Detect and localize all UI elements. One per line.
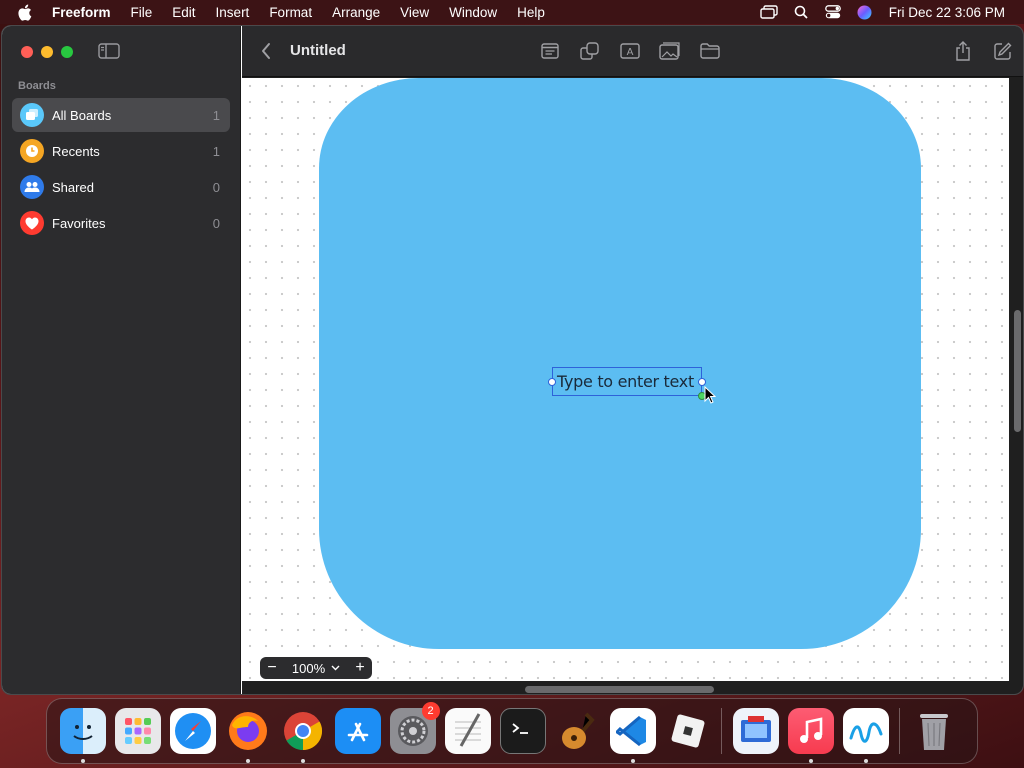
music-icon[interactable] bbox=[787, 708, 834, 763]
control-center-icon[interactable] bbox=[817, 0, 849, 24]
sidebar-item-label: Recents bbox=[52, 143, 100, 159]
menu-app-name[interactable]: Freeform bbox=[52, 5, 111, 20]
firefox-icon[interactable] bbox=[225, 708, 271, 763]
launchpad-icon[interactable] bbox=[114, 708, 161, 754]
sidebar-item-count: 1 bbox=[212, 143, 220, 159]
sidebar-item-count: 0 bbox=[212, 215, 220, 231]
sidebar-item-favorites[interactable]: Favorites 0 bbox=[12, 206, 230, 240]
file-icon[interactable] bbox=[699, 40, 721, 62]
clock-icon bbox=[20, 139, 44, 163]
safari-icon[interactable] bbox=[169, 708, 216, 754]
dock-separator bbox=[899, 708, 900, 754]
sidebar-item-label: Favorites bbox=[52, 215, 106, 231]
sidebar-heading: Boards bbox=[18, 80, 56, 92]
notification-badge: 2 bbox=[421, 702, 440, 720]
apple-icon[interactable] bbox=[17, 4, 35, 21]
menu-format[interactable]: Format bbox=[269, 5, 312, 20]
menu-help[interactable]: Help bbox=[517, 5, 545, 20]
freeform-app-icon[interactable] bbox=[842, 708, 889, 763]
board-area: Untitled A Type to enter text − 100% + bbox=[242, 26, 1023, 694]
system-settings-icon[interactable]: 2 bbox=[389, 702, 440, 754]
vertical-scrollbar[interactable] bbox=[1009, 78, 1023, 681]
horizontal-scrollbar[interactable] bbox=[242, 681, 1023, 694]
menu-edit[interactable]: Edit bbox=[172, 5, 195, 20]
new-board-icon[interactable] bbox=[993, 40, 1013, 62]
text-box[interactable]: Type to enter text bbox=[552, 367, 702, 396]
text-box-placeholder[interactable]: Type to enter text bbox=[557, 372, 694, 391]
sidebar: Boards All Boards 1 Recents 1 Shared 0 F… bbox=[2, 26, 241, 694]
roblox-icon[interactable] bbox=[665, 708, 711, 754]
chrome-icon[interactable] bbox=[280, 708, 326, 763]
remote-desktop-icon[interactable] bbox=[732, 708, 779, 754]
all-boards-icon bbox=[20, 103, 44, 127]
back-chevron-icon[interactable] bbox=[260, 42, 274, 60]
menu-arrange[interactable]: Arrange bbox=[332, 5, 380, 20]
sidebar-list: All Boards 1 Recents 1 Shared 0 Favorite… bbox=[12, 98, 230, 242]
zoom-button[interactable] bbox=[61, 46, 73, 58]
people-icon bbox=[20, 175, 44, 199]
board-title[interactable]: Untitled bbox=[290, 42, 346, 59]
menu-bar: Freeform File Edit Insert Format Arrange… bbox=[0, 0, 1024, 24]
board-toolbar: Untitled A bbox=[242, 26, 1023, 77]
mouse-pointer-icon bbox=[704, 385, 717, 404]
sidebar-item-shared[interactable]: Shared 0 bbox=[12, 170, 230, 204]
finder-icon[interactable] bbox=[59, 708, 106, 763]
heart-icon bbox=[20, 211, 44, 235]
media-icon[interactable] bbox=[659, 40, 681, 62]
rounded-square-shape[interactable] bbox=[319, 78, 921, 649]
sidebar-item-recents[interactable]: Recents 1 bbox=[12, 134, 230, 168]
textedit-icon[interactable] bbox=[444, 708, 491, 754]
siri-icon[interactable] bbox=[849, 0, 881, 24]
zoom-in-button[interactable]: + bbox=[348, 659, 372, 677]
zoom-level-value: 100% bbox=[291, 660, 326, 676]
sidebar-item-all-boards[interactable]: All Boards 1 bbox=[12, 98, 230, 132]
minimize-button[interactable] bbox=[41, 46, 53, 58]
sidebar-item-label: Shared bbox=[52, 179, 94, 195]
vscode-icon[interactable] bbox=[609, 708, 656, 763]
shapes-icon[interactable] bbox=[579, 40, 601, 62]
freeform-window: Boards All Boards 1 Recents 1 Shared 0 F… bbox=[1, 25, 1024, 695]
resize-handle-left[interactable] bbox=[548, 378, 556, 386]
menu-file[interactable]: File bbox=[131, 5, 153, 20]
text-box-icon[interactable]: A bbox=[619, 40, 641, 62]
search-icon[interactable] bbox=[785, 0, 817, 24]
zoom-out-button[interactable]: − bbox=[260, 659, 284, 677]
menu-window[interactable]: Window bbox=[449, 5, 497, 20]
sidebar-item-count: 0 bbox=[212, 179, 220, 195]
sidebar-item-count: 1 bbox=[212, 107, 220, 123]
chevron-down-icon bbox=[331, 665, 340, 671]
screen-mirroring-icon[interactable] bbox=[753, 0, 785, 24]
close-button[interactable] bbox=[21, 46, 33, 58]
menu-clock[interactable]: Fri Dec 22 3:06 PM bbox=[889, 5, 1005, 20]
share-icon[interactable] bbox=[953, 40, 973, 62]
menu-insert[interactable]: Insert bbox=[216, 5, 250, 20]
window-controls bbox=[21, 46, 73, 58]
dock-separator bbox=[721, 708, 722, 754]
dock: 2 bbox=[46, 698, 978, 764]
sidebar-item-label: All Boards bbox=[52, 107, 112, 123]
trash-icon[interactable] bbox=[911, 708, 957, 754]
resize-handle-right[interactable] bbox=[698, 378, 706, 386]
terminal-icon[interactable] bbox=[499, 708, 546, 754]
app-store-icon[interactable] bbox=[334, 708, 381, 754]
vertical-scroll-thumb[interactable] bbox=[1014, 310, 1021, 432]
zoom-level-select[interactable]: 100% bbox=[284, 661, 348, 676]
sticky-note-icon[interactable] bbox=[539, 40, 561, 62]
zoom-control: − 100% + bbox=[260, 657, 372, 679]
horizontal-scroll-thumb[interactable] bbox=[525, 686, 714, 693]
menu-view[interactable]: View bbox=[400, 5, 429, 20]
sidebar-toggle-icon[interactable] bbox=[98, 43, 120, 61]
svg-text:A: A bbox=[627, 47, 634, 58]
garageband-icon[interactable] bbox=[555, 708, 601, 754]
board-canvas[interactable]: Type to enter text − 100% + bbox=[242, 78, 1010, 681]
